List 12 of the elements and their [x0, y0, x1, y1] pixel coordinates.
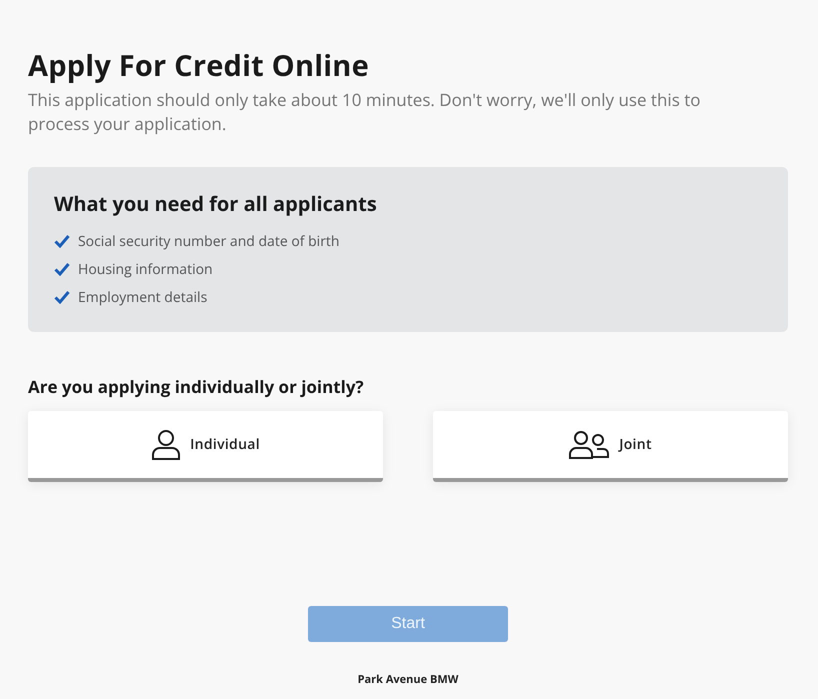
option-button[interactable]: Joint — [433, 411, 788, 482]
requirement-text: Social security number and date of birth — [78, 232, 340, 250]
dealer-name: Park Avenue BMW — [356, 672, 460, 687]
requirement-text: Housing information — [78, 260, 213, 278]
page-title: Apply For Credit Online — [28, 46, 370, 86]
page-subtitle: This application should only take about 10 minutes. Don't worry, we'll only use this to process your application. — [28, 88, 702, 136]
option-button[interactable]: Individual — [28, 411, 383, 482]
two-people-icon — [569, 430, 610, 460]
card-heading: What you need for all applicants — [54, 189, 378, 219]
requirement-text: Employment details — [78, 288, 208, 306]
person-icon — [151, 428, 182, 460]
question-text: Are you applying individually or jointly? — [28, 375, 365, 399]
